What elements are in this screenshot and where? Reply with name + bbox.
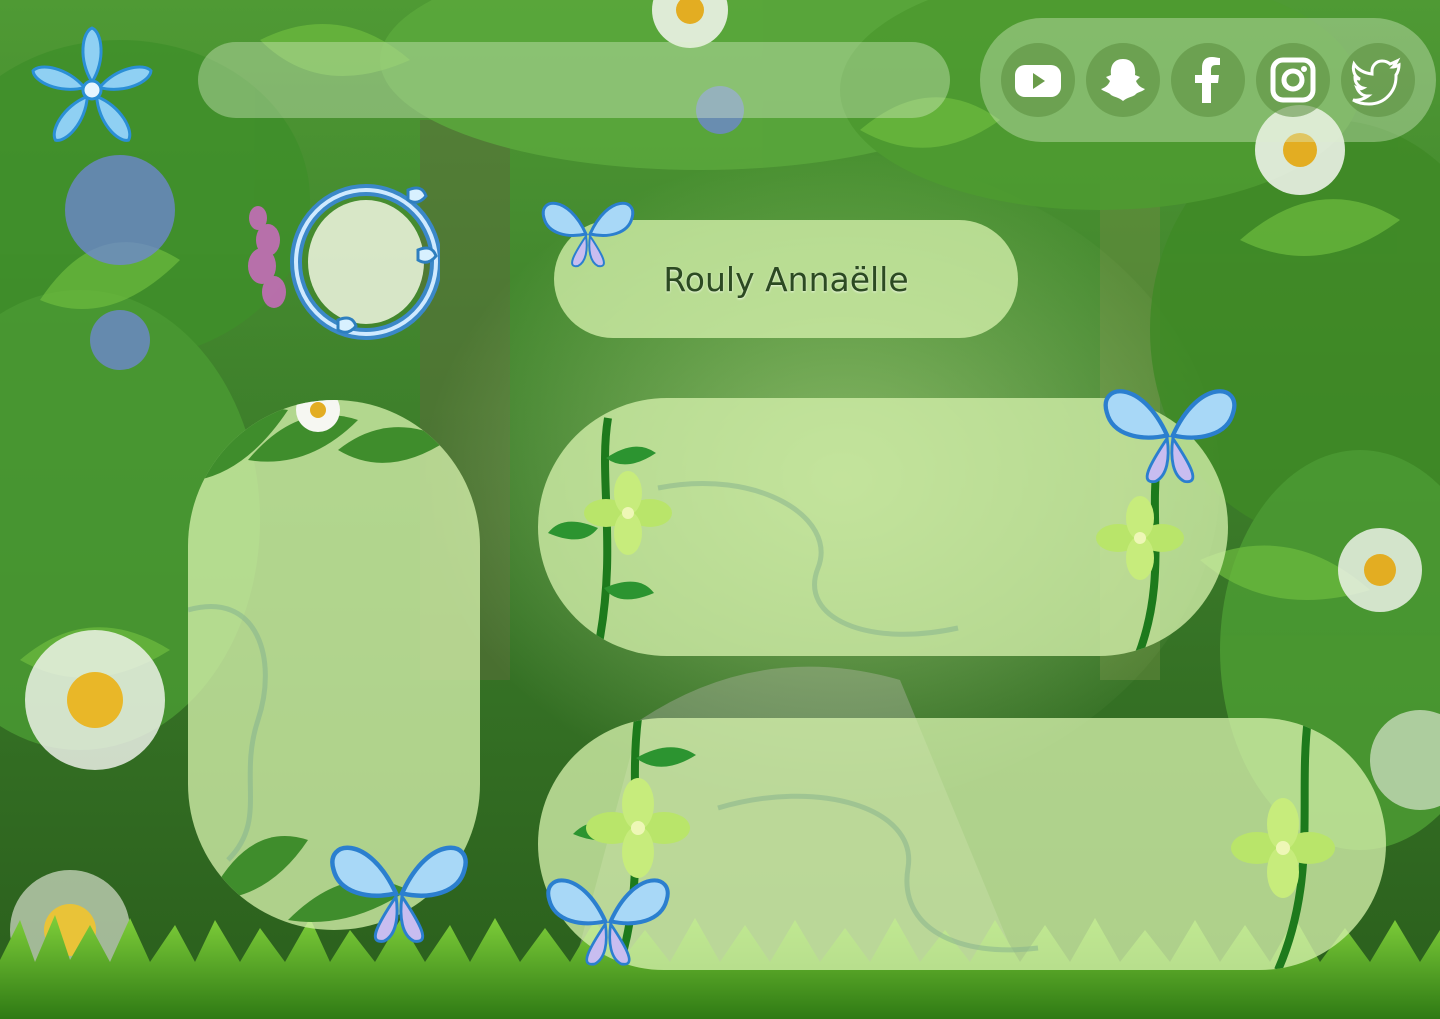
search-bar[interactable]: [198, 42, 950, 118]
butterfly-icon: [541, 201, 635, 268]
facebook-button[interactable]: [1171, 43, 1245, 117]
butterfly-icon: [1103, 389, 1237, 483]
instagram-icon: [1270, 57, 1316, 103]
social-bar: [980, 18, 1436, 142]
blue-flower-icon: [31, 26, 153, 142]
avatar[interactable]: [228, 170, 442, 350]
twitter-icon: [1351, 57, 1401, 106]
search-input[interactable]: [198, 42, 950, 118]
youtube-button[interactable]: [1001, 43, 1075, 117]
butterfly-icon: [330, 845, 468, 943]
facebook-icon: [1195, 57, 1220, 103]
youtube-icon: [1015, 65, 1061, 97]
logo[interactable]: [26, 24, 158, 156]
snapchat-icon: [1101, 59, 1145, 101]
instagram-button[interactable]: [1256, 43, 1330, 117]
profile-name: Rouly Annaëlle: [663, 259, 909, 299]
butterfly-icon: [546, 878, 670, 966]
avatar-frame: [248, 184, 442, 340]
snapchat-button[interactable]: [1086, 43, 1160, 117]
twitter-button[interactable]: [1341, 43, 1415, 117]
